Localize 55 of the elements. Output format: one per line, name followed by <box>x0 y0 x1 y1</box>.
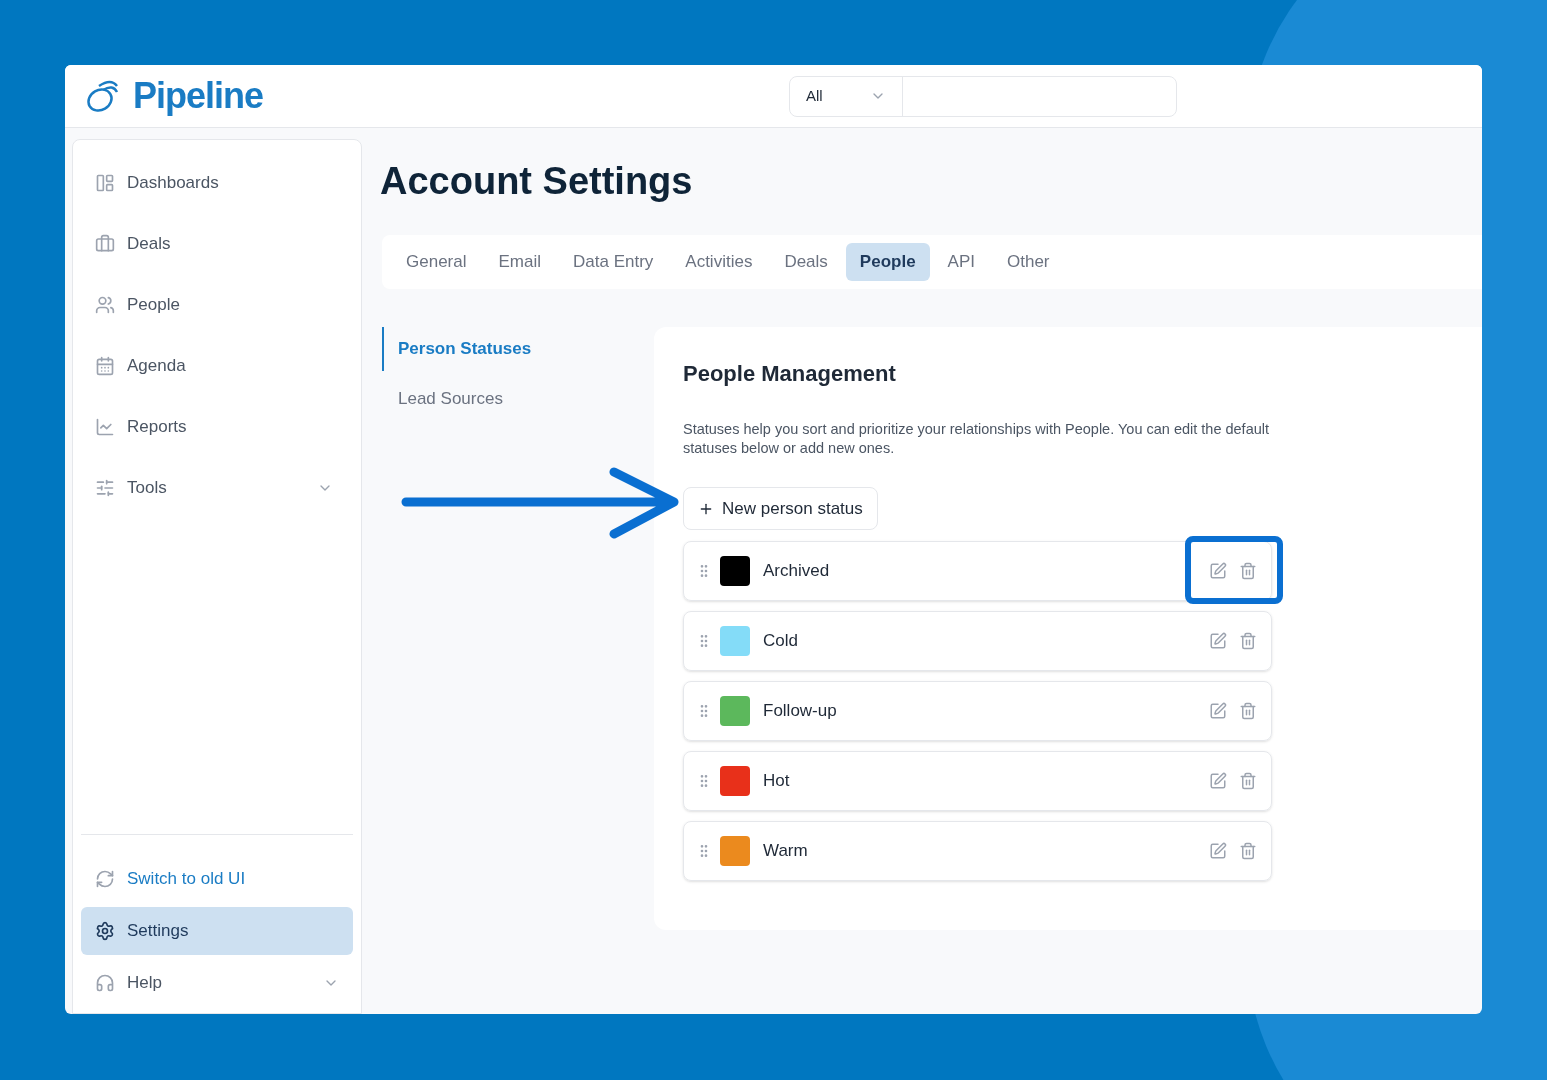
card-description: Statuses help you sort and prioritize your relationships with People. You can edit the default statuses below or add new ones. <box>683 420 1270 458</box>
settings-tab[interactable]: People <box>845 243 930 281</box>
status-row[interactable]: Cold <box>683 611 1272 671</box>
status-name: Warm <box>763 840 809 863</box>
settings-tab[interactable]: Deals <box>770 243 842 281</box>
logo-icon <box>85 78 121 114</box>
status-name: Follow-up <box>763 700 838 723</box>
delete-icon[interactable] <box>1239 702 1257 720</box>
settings-tab[interactable]: General <box>392 243 481 281</box>
settings-icon <box>95 921 115 941</box>
people-icon <box>95 294 115 315</box>
settings-tab[interactable]: Email <box>484 243 555 281</box>
edit-icon[interactable] <box>1209 632 1227 650</box>
sidebar-item[interactable]: Agenda <box>95 335 339 396</box>
calendar-icon <box>95 355 115 376</box>
switch-ui-link[interactable]: Switch to old UI <box>81 855 353 903</box>
scope-dropdown[interactable]: All <box>790 76 903 116</box>
subnav-item[interactable]: Lead Sources <box>382 377 654 421</box>
sidebar-item[interactable]: Dashboards <box>95 152 339 213</box>
briefcase-icon <box>95 233 115 254</box>
sidebar-item[interactable]: Settings <box>81 907 353 955</box>
settings-tab[interactable]: Activities <box>671 243 767 281</box>
edit-icon[interactable] <box>1209 842 1227 860</box>
sidebar-item[interactable]: Help <box>81 959 353 1007</box>
settings-tab[interactable]: Other <box>993 243 1064 281</box>
status-name: Archived <box>763 560 831 583</box>
line-chart-icon <box>95 416 115 437</box>
sidebar-item[interactable]: People <box>95 274 339 335</box>
card-title: People Management <box>683 360 897 388</box>
delete-icon[interactable] <box>1239 562 1257 580</box>
sidebar-item[interactable]: Reports <box>95 396 339 457</box>
status-row[interactable]: Hot <box>683 751 1272 811</box>
settings-tab[interactable]: Data Entry <box>559 243 668 281</box>
delete-icon[interactable] <box>1239 632 1257 650</box>
sidebar-item[interactable]: Tools <box>95 457 339 518</box>
search-field[interactable]: All <box>789 75 1177 117</box>
edit-icon[interactable] <box>1209 562 1227 580</box>
status-name: Hot <box>763 770 791 793</box>
status-name: Cold <box>763 630 799 653</box>
sidebar-item[interactable]: Deals <box>95 213 339 274</box>
settings-tab[interactable]: API <box>933 243 989 281</box>
status-row[interactable]: Warm <box>683 821 1272 881</box>
edit-icon[interactable] <box>1209 702 1227 720</box>
sliders-icon <box>95 477 115 498</box>
new-status-button[interactable]: New person status <box>683 487 878 530</box>
dashboard-icon <box>95 172 115 193</box>
edit-icon[interactable] <box>1209 772 1227 790</box>
delete-icon[interactable] <box>1239 842 1257 860</box>
delete-icon[interactable] <box>1239 772 1257 790</box>
refresh-icon <box>95 869 115 889</box>
page-title: Account Settings <box>380 159 694 204</box>
status-row[interactable]: Archived <box>683 541 1272 601</box>
logo-wordmark: Pipeline <box>133 74 264 118</box>
status-row[interactable]: Follow-up <box>683 681 1272 741</box>
headphones-icon <box>95 973 115 993</box>
